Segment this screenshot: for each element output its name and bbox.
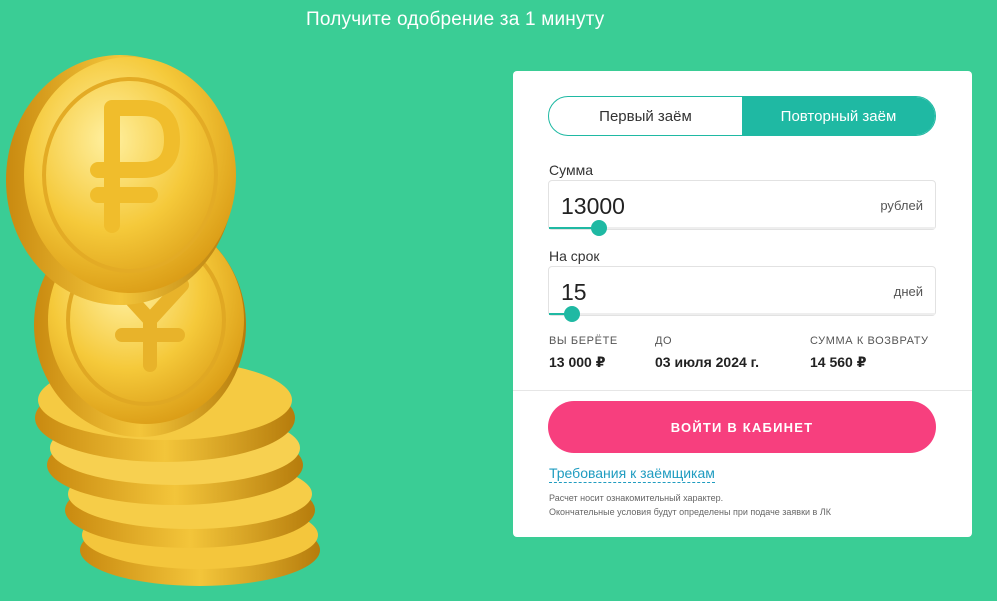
borrower-requirements-link[interactable]: Требования к заёмщикам	[549, 465, 715, 483]
tab-repeat-loan[interactable]: Повторный заём	[742, 97, 935, 135]
page-headline: Получите одобрение за 1 минуту	[306, 9, 605, 30]
amount-label: Сумма	[549, 162, 593, 178]
ruble-coin-stack-illustration	[6, 55, 320, 586]
repay-value: 14 560 ₽	[810, 354, 867, 370]
until-value: 03 июля 2024 г.	[655, 354, 759, 370]
you-take-caption: ВЫ БЕРЁТЕ	[549, 335, 618, 347]
loan-type-tabs: Первый заём Повторный заём	[548, 96, 936, 136]
term-unit: дней	[893, 284, 923, 299]
disclaimer-line-2: Окончательные условия будут определены п…	[549, 507, 831, 517]
term-slider[interactable]	[549, 306, 935, 322]
amount-slider-thumb[interactable]	[591, 220, 608, 236]
summary-repay: СУММА К ВОЗВРАТУ 14 560 ₽	[810, 335, 929, 371]
divider	[513, 390, 972, 391]
term-value: 15	[561, 279, 587, 305]
term-slider-track	[549, 313, 935, 315]
amount-unit: рублей	[880, 198, 923, 213]
loan-calculator-card: Первый заём Повторный заём Сумма 13000 р…	[513, 71, 972, 537]
disclaimer-line-1: Расчет носит ознакомительный характер.	[549, 493, 724, 503]
you-take-value: 13 000 ₽	[549, 354, 606, 370]
tab-first-loan[interactable]: Первый заём	[549, 97, 742, 135]
term-slider-thumb[interactable]	[564, 306, 581, 322]
login-cabinet-button[interactable]: ВОЙТИ В КАБИНЕТ	[548, 401, 936, 453]
summary-until: ДО 03 июля 2024 г.	[655, 335, 759, 370]
summary-you-take: ВЫ БЕРЁТЕ 13 000 ₽	[549, 335, 618, 371]
amount-slider[interactable]	[549, 220, 935, 236]
until-caption: ДО	[655, 335, 673, 347]
term-label: На срок	[549, 248, 600, 264]
repay-caption: СУММА К ВОЗВРАТУ	[810, 335, 929, 347]
amount-value: 13000	[561, 193, 625, 219]
